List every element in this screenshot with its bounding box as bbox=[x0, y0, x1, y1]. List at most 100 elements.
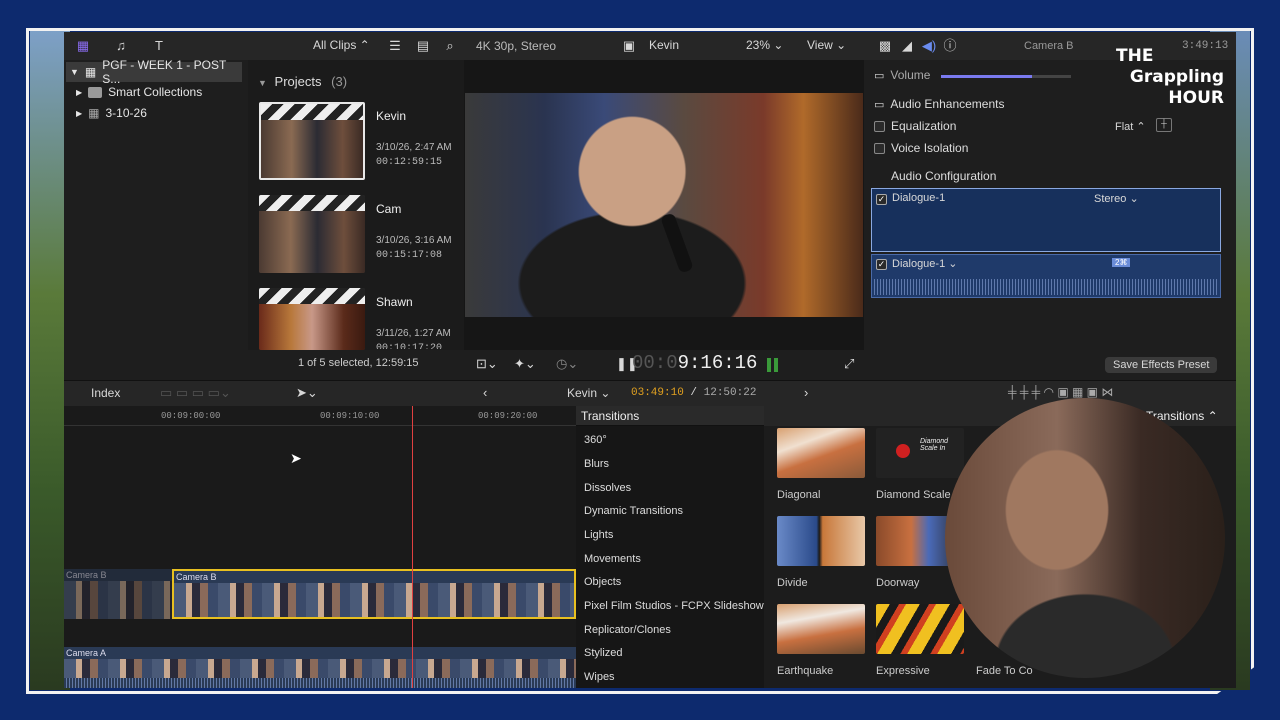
disclosure-closed-icon[interactable]: ▶ bbox=[76, 88, 82, 97]
select-tool-icon[interactable]: ➤⌄ bbox=[296, 385, 318, 401]
timeline[interactable]: 00:09:00:00 00:09:10:00 00:09:20:00 Came… bbox=[64, 406, 576, 688]
category-lights[interactable]: Lights bbox=[584, 529, 613, 541]
dialogue-config-box[interactable]: ✓ Dialogue-1 Stereo ⌄ bbox=[871, 188, 1221, 252]
category-wipes[interactable]: Wipes bbox=[584, 671, 615, 683]
project-duration: 00:15:17:08 bbox=[376, 250, 443, 261]
filmstrip-view-icon[interactable]: ▤ bbox=[414, 37, 432, 55]
dialogue-checkbox[interactable]: ✓ bbox=[876, 259, 887, 270]
dialogue-checkbox[interactable]: ✓ bbox=[876, 194, 887, 205]
fullscreen-icon[interactable]: ⤢ bbox=[844, 356, 854, 372]
clip-filmstrip bbox=[64, 659, 576, 678]
library-item[interactable]: ▼ ▦ PGF - WEEK 1 - POST S... bbox=[66, 58, 242, 86]
category-blurs[interactable]: Blurs bbox=[584, 458, 609, 470]
speed-icon[interactable]: ◷⌄ bbox=[556, 356, 578, 372]
clapper-icon bbox=[259, 195, 365, 211]
project-name: Kevin bbox=[376, 109, 407, 123]
voice-isolation-checkbox[interactable] bbox=[874, 142, 885, 154]
transition-thumb-diamond-scale[interactable]: Diamond Scale In bbox=[876, 428, 964, 478]
viewer: ⊡⌄ ✦⌄ ◷⌄ ❚❚ 00:09:16:16 ⤢ bbox=[464, 60, 864, 380]
photos-audio-icon[interactable]: ♫ bbox=[112, 37, 130, 55]
transition-thumb-divide[interactable] bbox=[777, 516, 865, 566]
clip-camera-b-left[interactable]: Camera B bbox=[64, 569, 172, 619]
volume-fill bbox=[941, 75, 1032, 78]
category-replicator-clones[interactable]: Replicator/Clones bbox=[584, 624, 671, 636]
edit-buttons-icon[interactable]: ▭ ▭ ▭ ▭⌄ bbox=[160, 385, 231, 401]
clip-camera-b-selected[interactable]: Camera B bbox=[172, 569, 576, 619]
channel-badge: 2⌘ bbox=[1112, 258, 1131, 267]
list-view-icon[interactable]: ☰ bbox=[386, 37, 404, 55]
timeline-tools-icons[interactable]: ╪ ╪ ╪ ◠ ▣ ▦ ▣ ⋈ bbox=[1008, 385, 1113, 399]
project-thumbnail-shawn[interactable] bbox=[259, 288, 365, 350]
dialogue-waveform-box[interactable]: ✓ Dialogue-1 ⌄ 2⌘ bbox=[871, 254, 1221, 298]
audio-inspector-icon[interactable]: ◀) bbox=[920, 37, 938, 55]
forward-arrow-icon[interactable]: › bbox=[804, 385, 808, 400]
timeline-position: 03:49:10 / 12:50:22 bbox=[631, 387, 757, 399]
all-clips-dropdown[interactable]: All Clips ⌃ bbox=[313, 38, 370, 52]
sidebar-item-smart-collections[interactable]: ▶ Smart Collections bbox=[76, 82, 202, 102]
info-icon[interactable]: ⓘ bbox=[941, 37, 959, 55]
transitions-header: Transitions bbox=[581, 409, 640, 423]
transition-label: Diagonal bbox=[777, 489, 821, 501]
titles-icon[interactable]: T bbox=[150, 37, 168, 55]
category-dissolves[interactable]: Dissolves bbox=[584, 482, 631, 494]
transition-label: Doorway bbox=[876, 577, 920, 589]
webcam-overlay bbox=[945, 398, 1225, 678]
transition-thumb-diagonal[interactable] bbox=[777, 428, 865, 478]
category-objects[interactable]: Objects bbox=[584, 576, 621, 588]
category-stylized[interactable]: Stylized bbox=[584, 647, 623, 659]
viewer-timecode: 00:09:16:16 bbox=[632, 352, 758, 374]
sidebar-item-event[interactable]: ▶ ▦ 3-10-26 bbox=[76, 103, 147, 123]
playhead[interactable] bbox=[412, 406, 413, 688]
category-360[interactable]: 360° bbox=[584, 434, 607, 446]
zoom-dropdown[interactable]: 23% ⌄ bbox=[746, 38, 783, 52]
equalization-checkbox[interactable] bbox=[874, 120, 885, 132]
disclosure-open-icon[interactable]: ▼ bbox=[258, 78, 267, 88]
logo-line: THE bbox=[1116, 46, 1154, 66]
category-movements[interactable]: Movements bbox=[584, 553, 641, 565]
projects-header[interactable]: ▼ Projects (3) bbox=[258, 74, 347, 89]
stereo-dropdown[interactable]: Stereo ⌄ bbox=[1094, 192, 1139, 205]
project-thumbnail-kevin[interactable] bbox=[259, 102, 365, 180]
clip-filmstrip bbox=[64, 581, 172, 619]
save-effects-preset-button[interactable]: Save Effects Preset bbox=[1105, 357, 1218, 373]
project-duration: 00:12:59:15 bbox=[376, 157, 443, 168]
logo-line: Grappling bbox=[1129, 67, 1224, 87]
logo-line: HOUR bbox=[1168, 88, 1224, 108]
volume-slider[interactable] bbox=[941, 75, 1071, 78]
search-icon[interactable]: ⌕ bbox=[441, 37, 459, 55]
timeline-project-dropdown[interactable]: Kevin ⌄ bbox=[567, 386, 610, 400]
transition-label: Fade To Co bbox=[976, 665, 1033, 677]
disclosure-open-icon[interactable]: ▼ bbox=[70, 67, 79, 77]
clip-camera-a[interactable]: Camera A bbox=[64, 647, 576, 688]
enhance-icon[interactable]: ✦⌄ bbox=[514, 356, 536, 372]
audio-enhancements-row: ▭ Audio Enhancements bbox=[874, 97, 1005, 111]
transition-label: Diamond Scale I bbox=[876, 489, 957, 501]
video-inspector-icon[interactable]: ▩ bbox=[876, 37, 894, 55]
thumb-caption: Diamond Scale In bbox=[920, 438, 949, 452]
project-date: 3/11/26, 1:27 AM bbox=[376, 328, 451, 339]
clapper-icon bbox=[259, 288, 365, 304]
eq-graph-icon[interactable]: ┼ bbox=[1156, 118, 1172, 132]
red-dot bbox=[896, 444, 910, 458]
project-name: Cam bbox=[376, 202, 402, 216]
dialogue-dropdown[interactable]: Dialogue-1 ⌄ bbox=[892, 257, 957, 270]
category-dynamic-transitions[interactable]: Dynamic Transitions bbox=[584, 505, 683, 517]
show-logo: THE Grappling HOUR bbox=[1112, 46, 1224, 108]
index-button[interactable]: Index bbox=[91, 386, 120, 400]
category-pixel-film-studios[interactable]: Pixel Film Studios - FCPX Slideshow bbox=[584, 600, 764, 612]
back-arrow-icon[interactable]: ‹ bbox=[483, 385, 487, 400]
project-thumbnail-cam[interactable] bbox=[259, 195, 365, 273]
eq-dropdown[interactable]: Flat ⌃ bbox=[1115, 120, 1146, 133]
timeline-ruler[interactable]: 00:09:00:00 00:09:10:00 00:09:20:00 bbox=[64, 406, 576, 426]
viewer-video-frame[interactable] bbox=[465, 93, 863, 317]
libraries-icon[interactable]: ▦ bbox=[74, 37, 92, 55]
transition-thumb-earthquake[interactable] bbox=[777, 604, 865, 654]
disclosure-closed-icon[interactable]: ▶ bbox=[76, 109, 82, 118]
transition-thumb-expressive[interactable] bbox=[876, 604, 964, 654]
color-inspector-icon[interactable]: ◢ bbox=[898, 37, 916, 55]
ruler-tick-label: 00:09:20:00 bbox=[478, 411, 538, 421]
transform-icon[interactable]: ⊡⌄ bbox=[476, 356, 498, 372]
view-dropdown[interactable]: View ⌄ bbox=[807, 38, 846, 52]
thumbnail-image bbox=[261, 120, 363, 178]
top-toolbar: ▦ ♫ T All Clips ⌃ ☰ ▤ ⌕ 4K 30p, Stereo ▣… bbox=[64, 32, 1236, 60]
